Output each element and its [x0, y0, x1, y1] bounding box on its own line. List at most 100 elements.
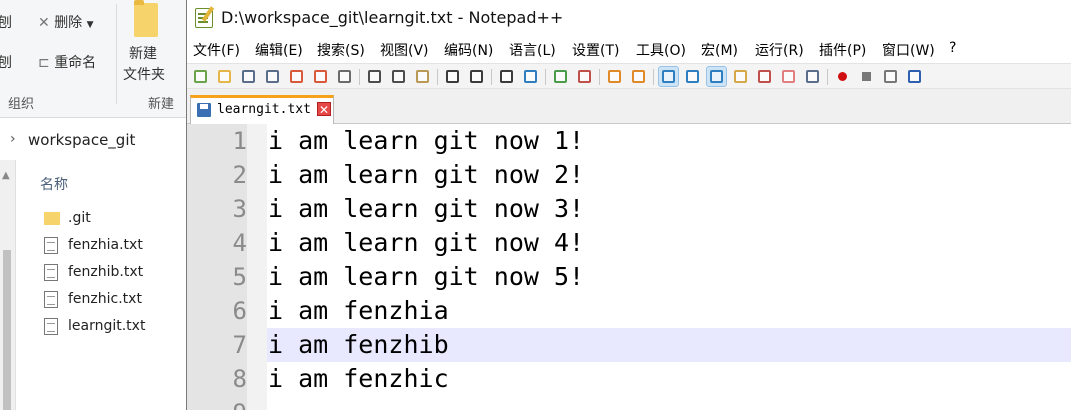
line-text[interactable]: i am fenzhic [268, 362, 449, 396]
fold-margin[interactable] [247, 396, 267, 410]
run-macro-multiple-button[interactable] [905, 67, 924, 86]
menu-search[interactable]: 搜索(S) [317, 40, 365, 60]
function-list-button[interactable] [755, 67, 774, 86]
monitoring-icon [806, 70, 819, 83]
scroll-up-icon[interactable]: ▲ [2, 170, 10, 181]
line-text[interactable]: i am learn git now 5! [268, 260, 584, 294]
menu-view[interactable]: 视图(V) [380, 40, 429, 60]
move-button[interactable]: 刨 [0, 52, 12, 72]
line-text[interactable]: i am fenzhia [268, 294, 449, 328]
menu-file[interactable]: 文件(F) [193, 40, 240, 60]
file-list-item[interactable]: fenzhib.txt [44, 262, 184, 286]
monitoring-button[interactable] [803, 67, 822, 86]
fold-margin[interactable] [247, 294, 267, 328]
menu-run[interactable]: 运行(R) [755, 40, 804, 60]
file-list-item[interactable]: fenzhia.txt [44, 235, 184, 259]
new-file-button[interactable] [191, 67, 210, 86]
menu-window[interactable]: 窗口(W) [882, 40, 935, 60]
new-folder-line1[interactable]: 新建 [129, 43, 157, 63]
navigation-pane-scrollbar[interactable]: ▲ [0, 160, 16, 410]
line-text[interactable]: i am learn git now 2! [268, 158, 584, 192]
delete-button[interactable]: ✕ 删除 ▼ [38, 12, 94, 32]
fold-margin[interactable] [247, 226, 267, 260]
column-header-name[interactable]: 名称 [40, 174, 68, 194]
rename-button[interactable]: ⊏ 重命名 [38, 52, 96, 72]
menu-macro[interactable]: 宏(M) [701, 40, 738, 60]
file-list-item[interactable]: learngit.txt [44, 316, 184, 340]
print-button[interactable] [335, 67, 354, 86]
fold-margin[interactable] [247, 192, 267, 226]
text-file-icon [44, 264, 58, 281]
sync-horizontal-button[interactable] [629, 67, 648, 86]
editor-line[interactable]: 1 i am learn git now 1! [187, 124, 1071, 158]
sync-vertical-button[interactable] [605, 67, 624, 86]
word-wrap-button[interactable] [658, 66, 679, 87]
cut-button[interactable] [365, 67, 384, 86]
paste-button[interactable] [413, 67, 432, 86]
undo-button[interactable] [443, 67, 462, 86]
editor-line[interactable]: 5 i am learn git now 5! [187, 260, 1071, 294]
fold-margin[interactable] [247, 328, 267, 362]
stop-record-button[interactable] [857, 67, 876, 86]
file-list-item[interactable]: fenzhic.txt [44, 289, 184, 313]
show-all-chars-button[interactable] [683, 67, 702, 86]
editor-line[interactable]: 8 i am fenzhic [187, 362, 1071, 396]
menu-settings[interactable]: 设置(T) [572, 40, 619, 60]
file-explorer-window: 刨 ✕ 删除 ▼ 刨 ⊏ 重命名 组织 新建 文件夹 新建 › workspac… [0, 0, 186, 410]
close-button[interactable] [287, 67, 306, 86]
scrollbar-thumb[interactable] [3, 250, 11, 410]
close-tab-icon[interactable]: ✕ [317, 102, 331, 117]
editor-line[interactable]: 9 [187, 396, 1071, 410]
line-text[interactable]: i am learn git now 1! [268, 124, 584, 158]
menu-language[interactable]: 语言(L) [509, 40, 556, 60]
line-text[interactable]: i am learn git now 4! [268, 226, 584, 260]
fold-margin[interactable] [247, 362, 267, 396]
print-icon [338, 70, 351, 83]
sync-horizontal-icon [632, 70, 645, 83]
editor-line[interactable]: 2 i am learn git now 2! [187, 158, 1071, 192]
find-button[interactable] [497, 67, 516, 86]
close-all-button[interactable] [311, 67, 330, 86]
rename-label: 重命名 [54, 55, 97, 71]
save-button[interactable] [239, 67, 258, 86]
new-folder-icon [134, 0, 158, 37]
zoom-out-button[interactable] [575, 67, 594, 86]
editor-line[interactable]: 4 i am learn git now 4! [187, 226, 1071, 260]
folder-workspace-button[interactable] [779, 67, 798, 86]
indent-guide-button[interactable] [706, 66, 727, 87]
file-list-item[interactable]: .git [44, 208, 184, 232]
redo-button[interactable] [467, 67, 486, 86]
editor-line[interactable]: 3 i am learn git now 3! [187, 192, 1071, 226]
address-bar[interactable]: › workspace_git [0, 127, 186, 155]
current-line[interactable]: 7 i am fenzhib [187, 328, 1071, 362]
fold-margin[interactable] [247, 260, 267, 294]
line-text[interactable]: i am learn git now 3! [268, 192, 584, 226]
record-macro-button[interactable] [833, 67, 852, 86]
menu-tools[interactable]: 工具(O) [636, 40, 686, 60]
paste-icon [416, 70, 429, 83]
save-all-button[interactable] [263, 67, 282, 86]
editor-line[interactable]: 6 i am fenzhia [187, 294, 1071, 328]
title-bar[interactable]: D:\workspace_git\learngit.txt - Notepad+… [187, 0, 1071, 37]
folder-icon [44, 212, 60, 225]
document-map-button[interactable] [731, 67, 750, 86]
menu-encoding[interactable]: 编码(N) [444, 40, 493, 60]
zoom-in-button[interactable] [551, 67, 570, 86]
line-text[interactable]: i am fenzhib [268, 328, 449, 362]
menu-plugins[interactable]: 插件(P) [819, 40, 866, 60]
text-editor[interactable]: 1 i am learn git now 1! 2 i am learn git no… [187, 124, 1071, 410]
menu-edit[interactable]: 编辑(E) [255, 40, 303, 60]
tab-learngit[interactable]: learngit.txt ✕ [190, 95, 334, 124]
copy-button[interactable]: 刨 [0, 12, 12, 32]
replace-button[interactable] [521, 67, 540, 86]
notepadpp-app-icon[interactable] [195, 8, 213, 28]
open-file-button[interactable] [215, 67, 234, 86]
fold-margin[interactable] [247, 124, 267, 158]
play-macro-button[interactable] [881, 67, 900, 86]
fold-margin[interactable] [247, 158, 267, 192]
copy-button[interactable] [389, 67, 408, 86]
line-number: 5 [187, 260, 247, 294]
new-folder-line2[interactable]: 文件夹 [123, 64, 165, 84]
text-file-icon [44, 291, 58, 308]
menu-help[interactable]: ? [949, 40, 956, 56]
